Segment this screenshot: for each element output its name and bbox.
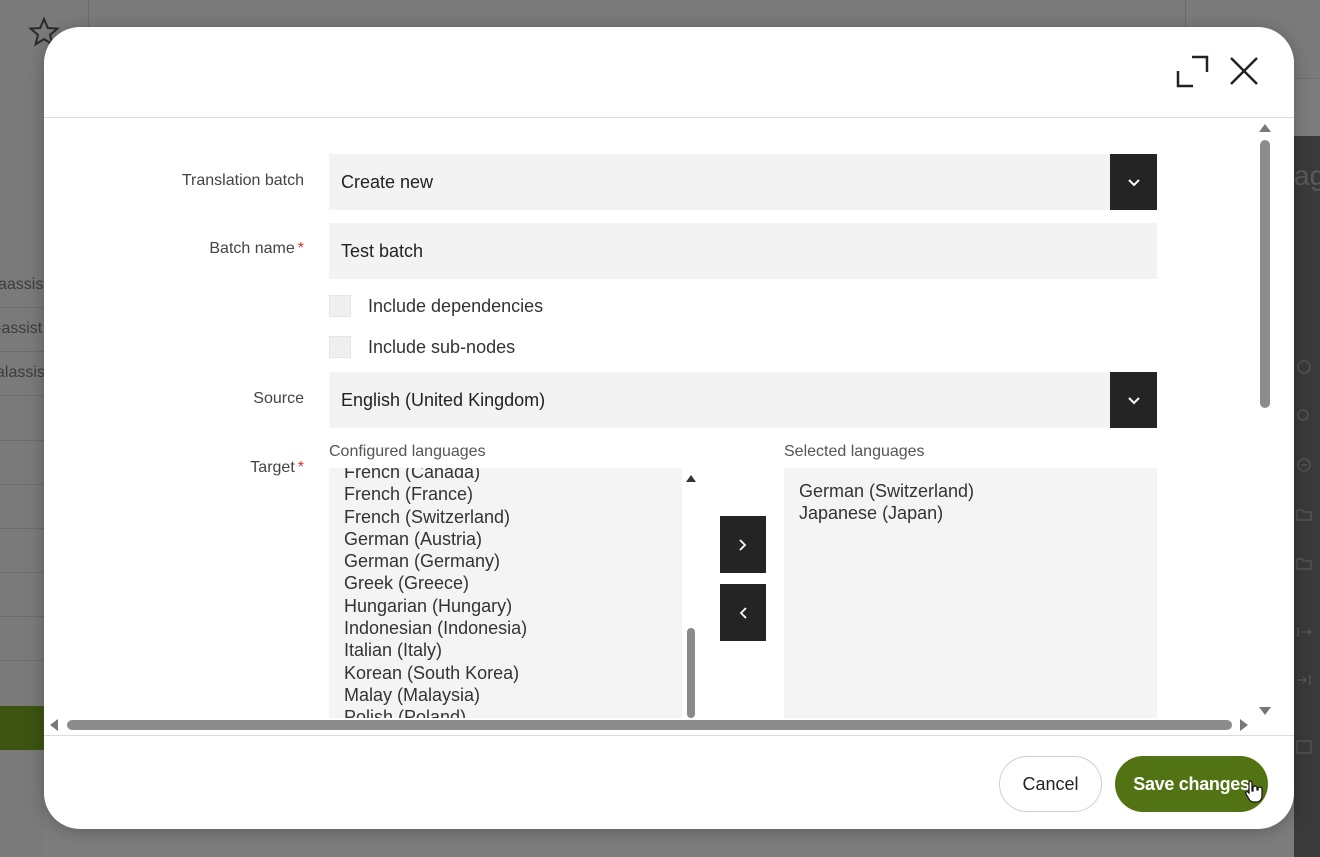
modal-footer: Cancel Save changes xyxy=(44,735,1294,829)
source-select[interactable]: English (United Kingdom) xyxy=(329,372,1157,428)
hand-cursor-icon xyxy=(1245,780,1263,803)
list-item[interactable]: Polish (Poland) xyxy=(344,706,527,718)
batch-name-label: Batch name * xyxy=(209,240,304,257)
folder-icon xyxy=(1296,558,1312,570)
remove-language-button[interactable] xyxy=(720,584,766,641)
required-marker: * xyxy=(297,459,304,476)
include-subnodes-label: Include sub-nodes xyxy=(368,336,516,357)
modal-vertical-scrollbar[interactable] xyxy=(1258,122,1272,718)
list-item[interactable]: Greek (Greece) xyxy=(344,572,527,594)
background-row xyxy=(0,396,44,441)
background-row xyxy=(0,616,44,661)
include-dependencies-checkbox[interactable] xyxy=(329,295,351,317)
chevron-right-icon xyxy=(739,538,747,551)
chevron-down-icon[interactable] xyxy=(1110,154,1157,210)
list-item[interactable]: French (Canada) xyxy=(344,468,527,483)
required-marker: * xyxy=(297,240,304,257)
list-item[interactable]: Malay (Malaysia) xyxy=(344,684,527,706)
list-item[interactable]: French (France) xyxy=(344,483,527,505)
target-label: Target * xyxy=(250,459,304,476)
include-subnodes-checkbox[interactable] xyxy=(329,336,351,358)
info-icon xyxy=(1297,360,1311,374)
background-row: alassis xyxy=(0,351,44,396)
list-item[interactable]: Italian (Italy) xyxy=(344,639,527,661)
include-dependencies-option[interactable]: Include dependencies xyxy=(329,294,543,318)
list-item[interactable]: French (Switzerland) xyxy=(344,506,527,528)
export-icon xyxy=(1297,627,1312,637)
source-label: Source xyxy=(253,390,304,407)
configured-languages-caption: Configured languages xyxy=(329,443,486,460)
selected-languages-caption: Selected languages xyxy=(784,443,925,460)
modal-body: Translation batch Create new Batch name *… xyxy=(44,118,1294,734)
cancel-button[interactable]: Cancel xyxy=(999,756,1102,812)
maximize-icon[interactable] xyxy=(1175,54,1209,88)
background-row xyxy=(0,440,44,485)
background-selected-row xyxy=(0,706,44,750)
background-row: -assist xyxy=(0,307,44,352)
list-item[interactable]: German (Switzerland) xyxy=(799,480,974,502)
chevron-down-icon[interactable] xyxy=(1110,372,1157,428)
background-row: aassist xyxy=(0,263,44,308)
search-icon xyxy=(1297,409,1309,421)
modal-horizontal-scrollbar[interactable] xyxy=(48,718,1250,732)
chevron-left-icon xyxy=(739,606,747,619)
modal-header xyxy=(44,27,1294,118)
list-item[interactable]: Japanese (Japan) xyxy=(799,502,974,524)
list-item[interactable]: German (Germany) xyxy=(344,550,527,572)
minus-circle-icon xyxy=(1297,458,1311,472)
preview-icon xyxy=(1296,740,1312,754)
background-row xyxy=(0,528,44,573)
translation-modal: Translation batch Create new Batch name *… xyxy=(44,27,1294,829)
translation-batch-label: Translation batch xyxy=(181,172,304,189)
configured-languages-scrollbar[interactable] xyxy=(685,468,697,718)
folder-icon xyxy=(1296,509,1312,521)
translation-batch-select[interactable]: Create new xyxy=(329,154,1157,210)
close-icon[interactable] xyxy=(1227,54,1261,88)
import-icon xyxy=(1297,675,1311,685)
configured-languages-list[interactable]: French (Canada) French (France) French (… xyxy=(329,468,682,718)
background-row xyxy=(0,572,44,617)
list-item[interactable]: Korean (South Korea) xyxy=(344,662,527,684)
add-language-button[interactable] xyxy=(720,516,766,573)
batch-name-input[interactable]: Test batch xyxy=(329,223,1157,279)
list-item[interactable]: German (Austria) xyxy=(344,528,527,550)
include-dependencies-label: Include dependencies xyxy=(368,295,544,316)
include-subnodes-option[interactable]: Include sub-nodes xyxy=(329,335,515,359)
list-item[interactable]: Hungarian (Hungary) xyxy=(344,595,527,617)
background-row xyxy=(0,484,44,529)
selected-languages-list[interactable]: German (Switzerland) Japanese (Japan) xyxy=(784,468,1157,718)
background-right-text: ag xyxy=(1294,160,1320,191)
list-item[interactable]: Indonesian (Indonesia) xyxy=(344,617,527,639)
